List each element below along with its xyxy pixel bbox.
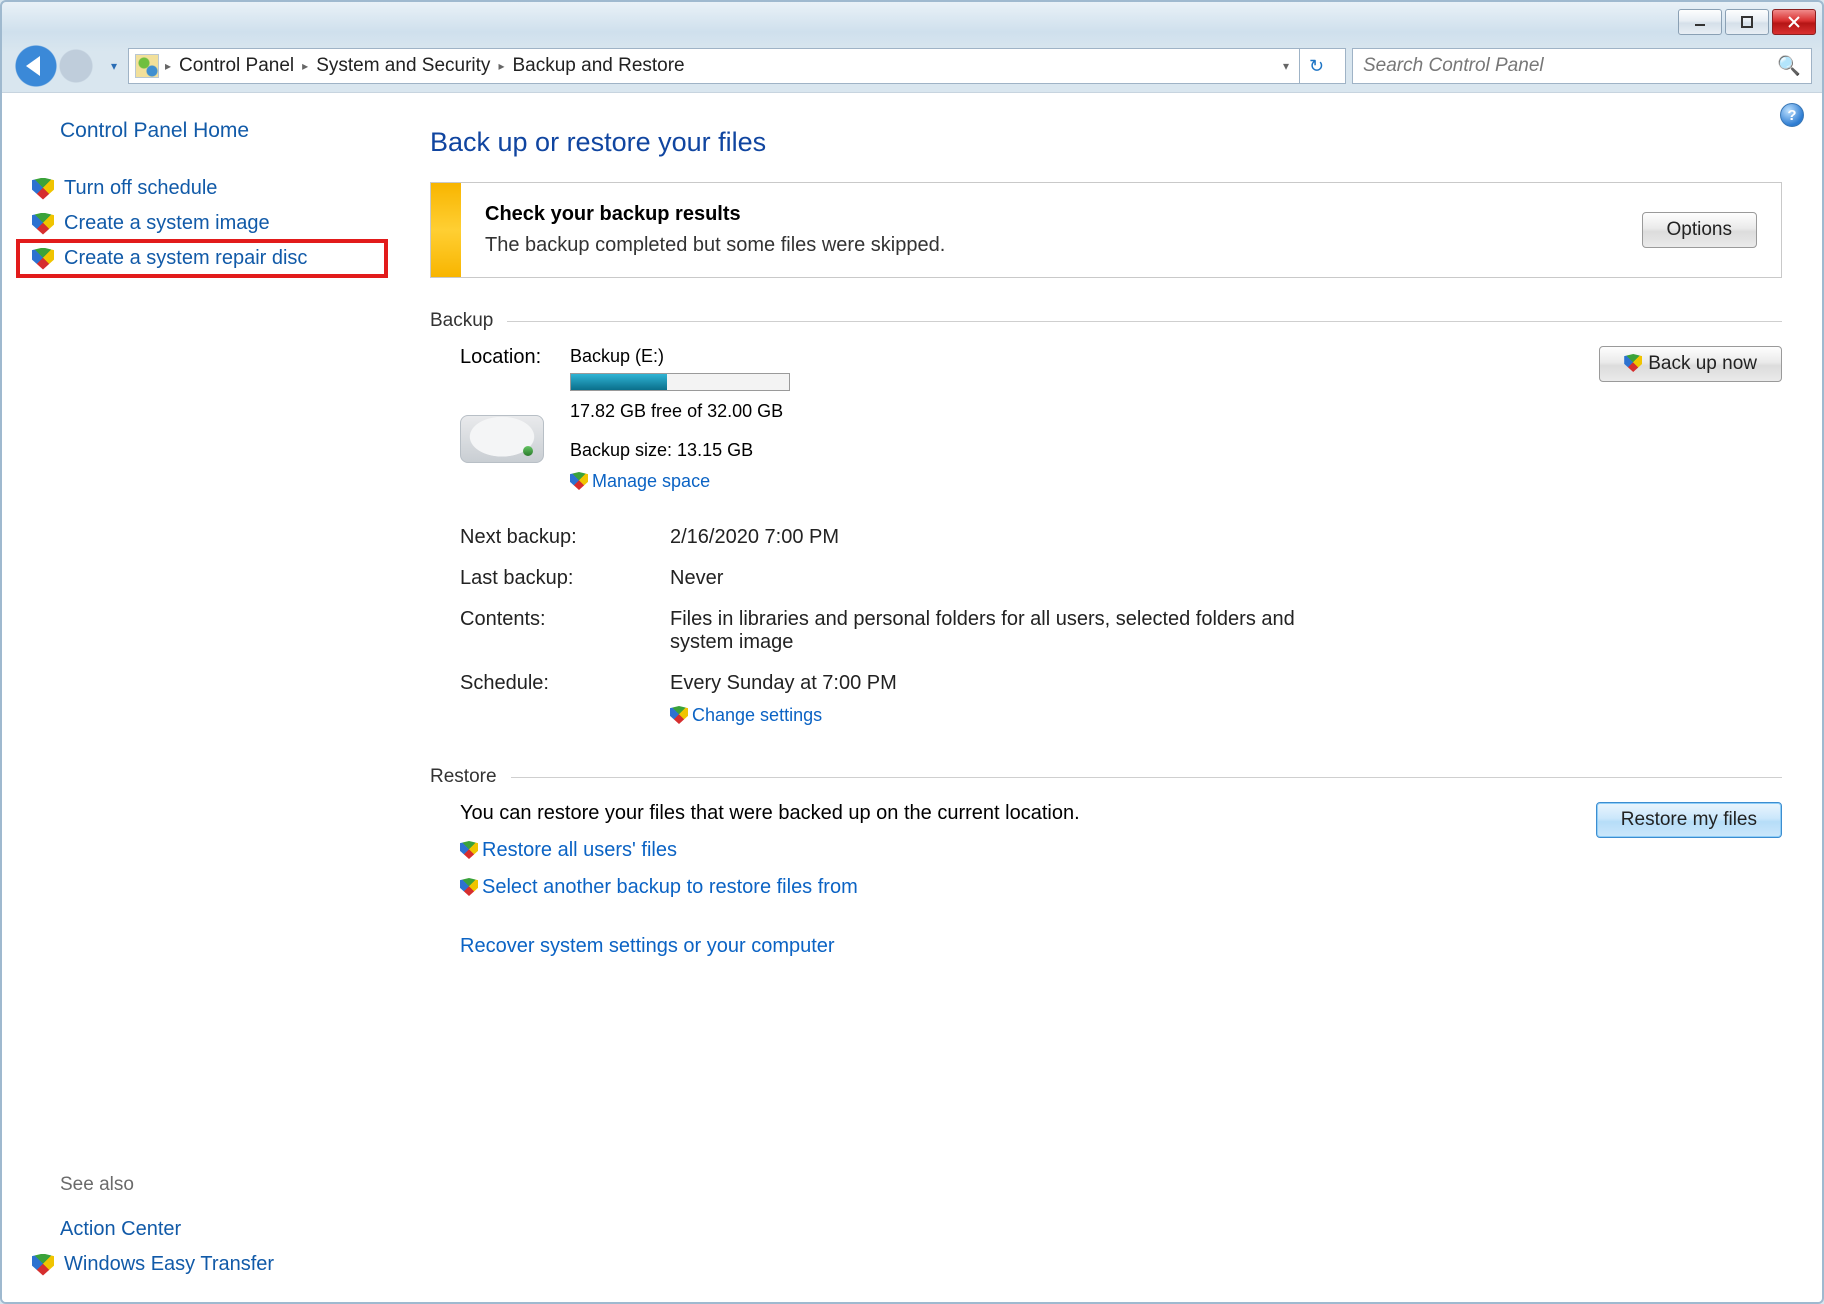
search-input[interactable]: Search Control Panel 🔍 [1352, 48, 1812, 84]
contents-label: Contents: [460, 608, 660, 654]
nav-bar: ▾ ▸ Control Panel ▸ System and Security … [2, 40, 1822, 92]
chevron-down-icon[interactable]: ▾ [1283, 59, 1289, 73]
restore-section-header: Restore [430, 766, 1782, 788]
refresh-button[interactable]: ↻ [1299, 49, 1333, 83]
next-backup-label: Next backup: [460, 526, 660, 549]
shield-icon [32, 178, 54, 200]
task-turn-off-schedule[interactable]: Turn off schedule [18, 171, 386, 206]
results-subtext: The backup completed but some files were… [485, 234, 945, 257]
disk-icon [460, 415, 544, 463]
control-panel-icon [135, 54, 159, 78]
backup-details-grid: Next backup: 2/16/2020 7:00 PM Last back… [430, 526, 1782, 726]
restore-blurb: You can restore your files that were bac… [460, 802, 1576, 825]
address-bar[interactable]: ▸ Control Panel ▸ System and Security ▸ … [128, 48, 1346, 84]
shield-icon [32, 213, 54, 235]
chevron-right-icon: ▸ [498, 59, 504, 73]
backup-size-text: Backup size: 13.15 GB [570, 440, 790, 461]
backup-section-header: Backup [430, 310, 1782, 332]
next-backup-value: 2/16/2020 7:00 PM [670, 526, 1782, 549]
search-icon: 🔍 [1777, 54, 1801, 78]
shield-icon [1624, 354, 1642, 372]
task-create-repair-disc[interactable]: Create a system repair disc [18, 241, 386, 276]
back-forward-buttons[interactable] [12, 44, 100, 88]
disk-free-text: 17.82 GB free of 32.00 GB [570, 401, 790, 422]
content-area: ? Control Panel Home Turn off schedule C… [2, 92, 1822, 1302]
link-label: Windows Easy Transfer [64, 1253, 274, 1276]
link-label: Change settings [692, 705, 822, 725]
button-label: Back up now [1648, 353, 1757, 374]
page-title: Back up or restore your files [430, 127, 1782, 158]
help-icon[interactable]: ? [1780, 103, 1804, 127]
backup-location-row: Location: Backup (E:) 17.82 GB free of 3… [430, 346, 1782, 492]
link-label: Manage space [592, 471, 710, 491]
see-also-easy-transfer[interactable]: Windows Easy Transfer [18, 1247, 386, 1282]
titlebar [2, 2, 1822, 40]
last-backup-value: Never [670, 567, 1782, 590]
contents-value: Files in libraries and personal folders … [670, 608, 1310, 654]
section-label: Backup [430, 310, 493, 332]
minimize-button[interactable] [1678, 9, 1722, 35]
breadcrumb-seg-2[interactable]: System and Security [310, 55, 496, 77]
shield-icon [570, 472, 588, 490]
disk-usage-fill [571, 374, 667, 390]
schedule-label: Schedule: [460, 672, 660, 726]
task-label: Turn off schedule [64, 177, 217, 200]
main-panel: Back up or restore your files Check your… [402, 93, 1822, 1302]
back-arrow-icon [26, 56, 40, 76]
search-placeholder: Search Control Panel [1363, 55, 1544, 77]
schedule-value: Every Sunday at 7:00 PM [670, 672, 1782, 695]
change-settings-link[interactable]: Change settings [670, 705, 1782, 726]
link-label: Restore all users' files [482, 839, 677, 861]
location-value: Backup (E:) [570, 346, 790, 367]
location-label: Location: [460, 346, 544, 369]
restore-all-users-link[interactable]: Restore all users' files [460, 839, 1576, 862]
results-heading: Check your backup results [485, 203, 945, 226]
see-also-heading: See also [18, 1174, 386, 1196]
task-label: Create a system image [64, 212, 270, 235]
last-backup-label: Last backup: [460, 567, 660, 590]
disk-usage-bar [570, 373, 790, 391]
history-dropdown-button[interactable]: ▾ [106, 44, 122, 88]
recover-system-link[interactable]: Recover system settings or your computer [460, 935, 1576, 958]
see-also-action-center[interactable]: Action Center [18, 1212, 386, 1247]
task-create-system-image[interactable]: Create a system image [18, 206, 386, 241]
manage-space-link[interactable]: Manage space [570, 471, 790, 492]
control-panel-home-link[interactable]: Control Panel Home [18, 119, 386, 143]
shield-icon [460, 878, 478, 896]
maximize-button[interactable] [1725, 9, 1769, 35]
restore-block: You can restore your files that were bac… [430, 802, 1782, 958]
shield-icon [32, 248, 54, 270]
close-button[interactable] [1772, 9, 1816, 35]
shield-icon [460, 841, 478, 859]
link-label: Select another backup to restore files f… [482, 876, 858, 898]
chevron-right-icon: ▸ [165, 59, 171, 73]
backup-now-button[interactable]: Back up now [1599, 346, 1782, 382]
restore-my-files-button[interactable]: Restore my files [1596, 802, 1782, 838]
shield-icon [670, 706, 688, 724]
breadcrumb-seg-1[interactable]: Control Panel [173, 55, 300, 77]
shield-icon [32, 1254, 54, 1276]
chevron-right-icon: ▸ [302, 59, 308, 73]
options-button[interactable]: Options [1642, 212, 1757, 248]
task-label: Create a system repair disc [64, 247, 307, 270]
sidebar: Control Panel Home Turn off schedule Cre… [2, 93, 402, 1302]
section-label: Restore [430, 766, 497, 788]
warning-stripe-icon [431, 183, 461, 277]
breadcrumb-seg-3[interactable]: Backup and Restore [506, 55, 690, 77]
window-frame: ▾ ▸ Control Panel ▸ System and Security … [0, 0, 1824, 1304]
link-label: Action Center [60, 1218, 181, 1241]
select-another-backup-link[interactable]: Select another backup to restore files f… [460, 876, 1576, 899]
backup-results-banner: Check your backup results The backup com… [430, 182, 1782, 278]
